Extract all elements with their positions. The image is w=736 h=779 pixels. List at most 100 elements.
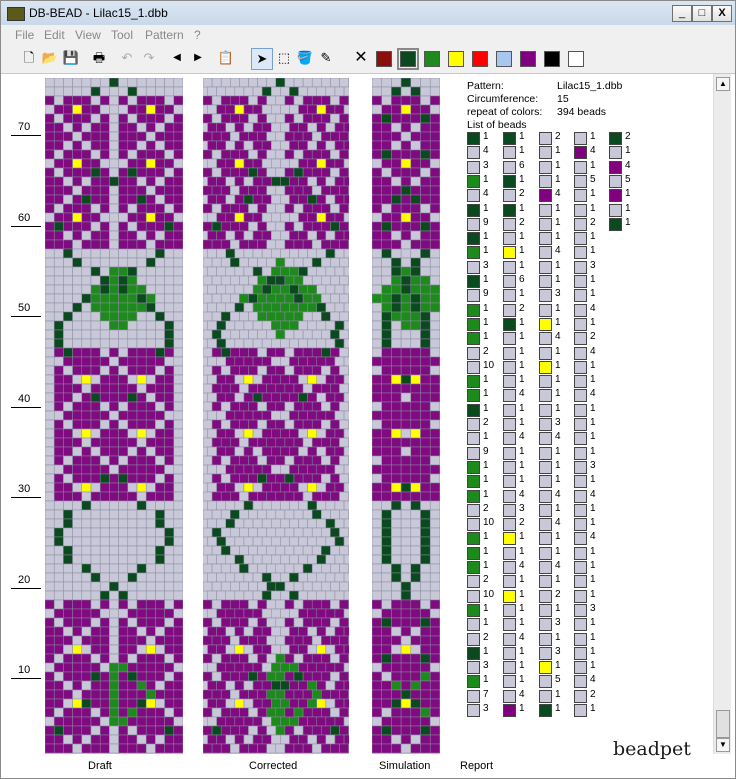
bead-swatch (503, 275, 516, 288)
scroll-up-icon[interactable]: ▲ (716, 77, 730, 91)
redo-icon[interactable]: ↷ (139, 48, 159, 68)
print-icon[interactable]: 🖶 (89, 48, 109, 68)
palette-swatch[interactable] (448, 51, 464, 67)
bead-count: 1 (483, 202, 489, 214)
bead-swatch (503, 689, 516, 703)
palette-swatch[interactable] (397, 48, 419, 70)
menu-edit[interactable]: Edit (44, 28, 65, 42)
draft-panel[interactable] (45, 78, 183, 754)
color-picker-icon[interactable]: ✎ (316, 48, 336, 68)
palette-swatch[interactable] (376, 51, 392, 67)
menu-help[interactable]: ? (194, 28, 201, 42)
bead-swatch (609, 174, 622, 188)
bead-swatch (574, 675, 587, 689)
vertical-scrollbar[interactable]: ▲ ▼ (713, 74, 731, 754)
bead-count: 4 (555, 331, 561, 343)
bead-count: 1 (590, 502, 596, 514)
bead-count: 1 (590, 517, 596, 529)
bead-count: 1 (625, 216, 631, 228)
menu-view[interactable]: View (75, 28, 101, 42)
bead-swatch (539, 332, 552, 346)
ruler-label: 70 (18, 121, 31, 133)
palette-swatch[interactable] (568, 51, 584, 67)
bead-swatch (467, 418, 480, 431)
bead-count: 1 (483, 674, 489, 686)
close-button[interactable]: X (712, 5, 732, 22)
bead-swatch (467, 546, 480, 560)
ruler-tick (11, 587, 41, 589)
scroll-down-icon[interactable]: ▼ (716, 738, 730, 752)
bead-swatch (467, 332, 480, 346)
bead-count: 1 (519, 703, 525, 714)
pattern-label: Pattern: (467, 80, 504, 92)
bead-swatch (467, 317, 480, 331)
bead-swatch (467, 260, 480, 274)
palette-swatch[interactable] (520, 51, 536, 67)
delete-icon[interactable]: ✕ (351, 48, 371, 68)
bead-count: 1 (483, 231, 489, 243)
menu-tool[interactable]: Tool (111, 28, 133, 42)
minimize-button[interactable]: _ (672, 5, 692, 22)
bead-swatch (503, 518, 516, 532)
bead-swatch (574, 446, 587, 460)
circumference-label: Circumference: (467, 93, 539, 105)
bead-count: 5 (625, 173, 631, 185)
bead-count: 1 (519, 574, 525, 586)
select-rect-icon[interactable]: ⬚ (274, 48, 294, 68)
bead-swatch (467, 432, 480, 446)
bead-swatch (467, 160, 480, 174)
bead-count: 4 (555, 488, 561, 500)
bead-count: 1 (590, 159, 596, 171)
palette-swatch[interactable] (472, 51, 488, 67)
bead-swatch (539, 317, 552, 331)
repeat-label: repeat of colors: (467, 106, 543, 118)
save-icon[interactable]: 💾 (61, 48, 81, 68)
simulation-panel[interactable] (372, 78, 440, 754)
bead-swatch (539, 217, 552, 231)
open-folder-icon[interactable]: 📂 (40, 48, 60, 68)
bead-swatch (503, 603, 516, 617)
clipboard-icon[interactable]: 📋 (216, 48, 236, 68)
bead-count: 1 (555, 231, 561, 243)
bead-swatch (503, 375, 516, 389)
bead-count: 1 (590, 645, 596, 657)
pointer-icon[interactable]: ➤ (251, 48, 273, 70)
bead-swatch (503, 503, 516, 517)
bead-count: 1 (483, 431, 489, 443)
draft-grid (45, 78, 183, 754)
palette-swatch[interactable] (496, 51, 512, 67)
bead-count: 1 (590, 445, 596, 457)
corrected-panel[interactable] (203, 78, 349, 754)
bead-count: 2 (625, 131, 631, 142)
menu-file[interactable]: File (15, 28, 34, 42)
bead-swatch (503, 146, 516, 160)
palette-swatch[interactable] (424, 51, 440, 67)
bead-swatch (503, 418, 516, 431)
scroll-thumb[interactable] (716, 710, 730, 738)
maximize-button[interactable]: □ (692, 5, 712, 22)
fill-bucket-icon[interactable]: 🪣 (295, 48, 315, 68)
bead-count: 9 (483, 445, 489, 457)
bead-count: 5 (590, 173, 596, 185)
bead-swatch (467, 360, 480, 374)
palette-swatch[interactable] (544, 51, 560, 67)
bead-swatch (574, 375, 587, 389)
bead-swatch (539, 146, 552, 160)
menu-pattern[interactable]: Pattern (145, 28, 184, 42)
bead-count: 3 (483, 660, 489, 672)
arrow-right-icon[interactable]: ▶ (188, 48, 208, 68)
arrow-left-icon[interactable]: ◀ (167, 48, 187, 68)
bead-count: 1 (519, 245, 525, 257)
bead-count: 1 (555, 302, 561, 314)
ruler-label: 40 (18, 392, 31, 405)
bead-count: 1 (555, 216, 561, 228)
bead-count: 1 (590, 374, 596, 386)
undo-icon[interactable]: ↶ (117, 48, 137, 68)
bead-swatch (539, 446, 552, 460)
bead-count: 1 (590, 660, 596, 672)
simulation-label: Simulation (379, 760, 431, 772)
bead-count: 1 (590, 288, 596, 300)
new-file-icon[interactable]: 🗋 (19, 48, 39, 68)
bead-swatch (574, 546, 587, 560)
bead-swatch (503, 475, 516, 489)
